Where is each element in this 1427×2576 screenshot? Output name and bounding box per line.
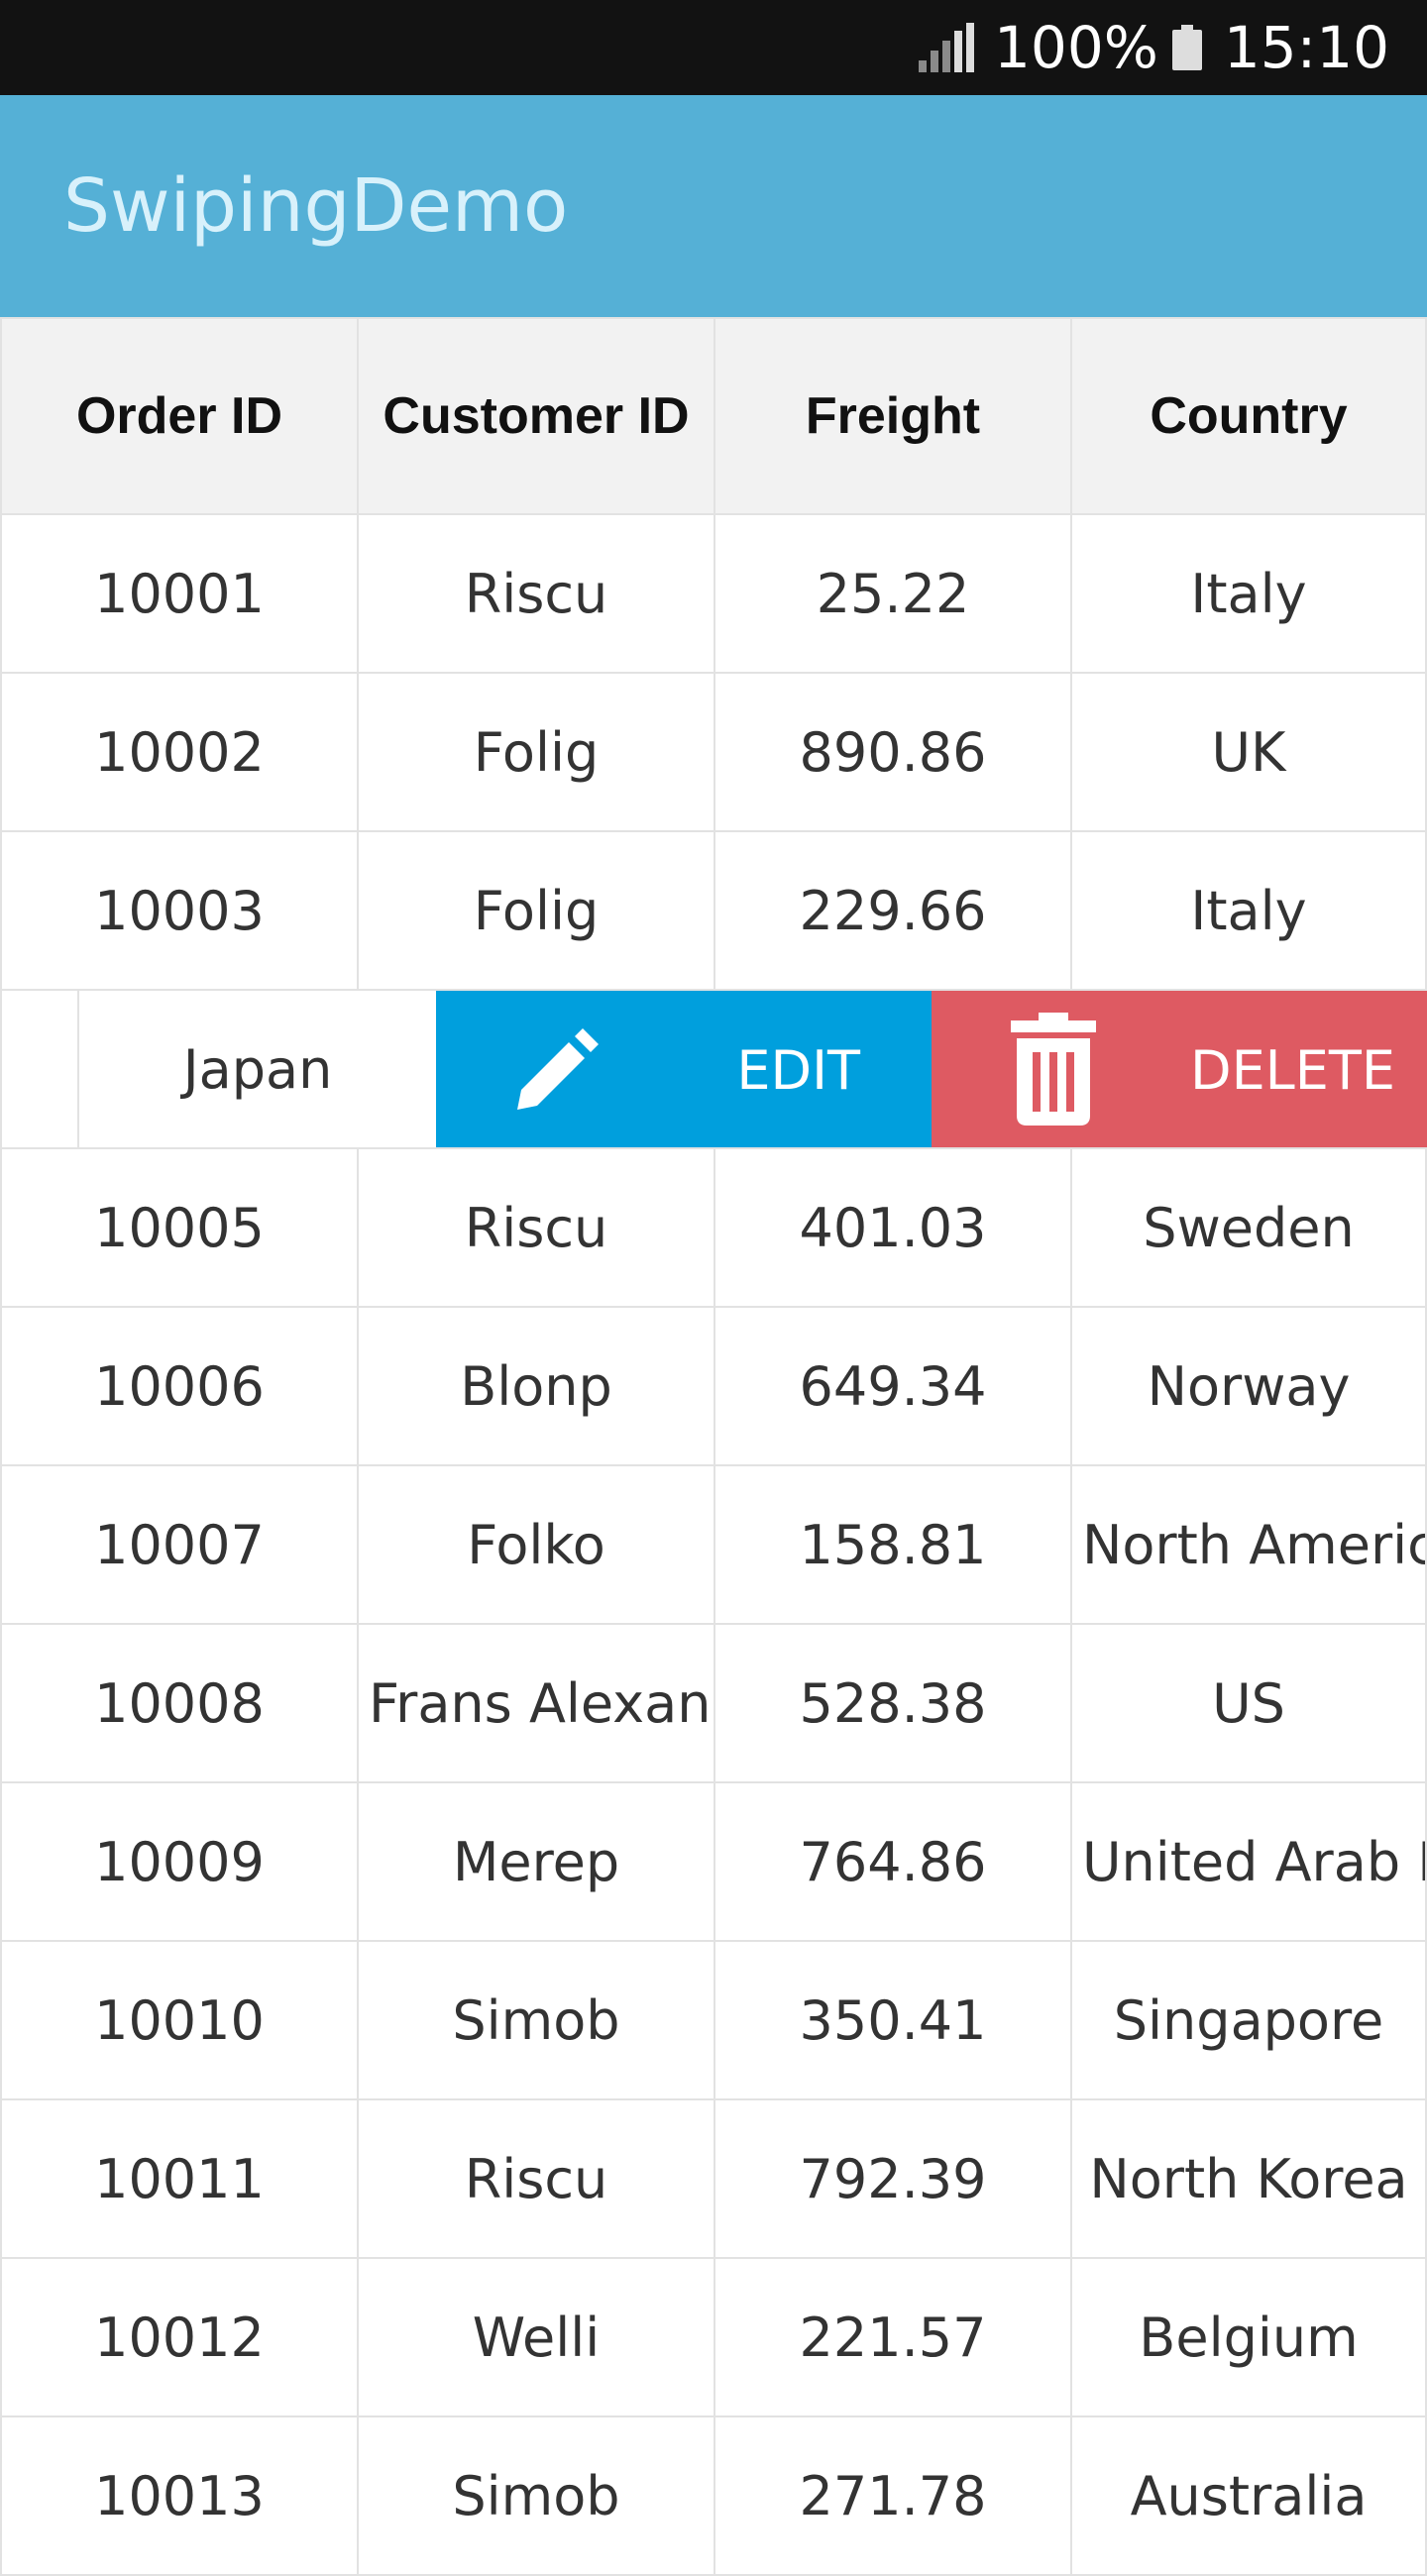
cell-country: North America: [1070, 1466, 1427, 1623]
table-row[interactable]: 10001 Riscu 25.22 Italy: [0, 515, 1427, 674]
cell-order-id: 10012: [0, 2259, 357, 2415]
swiped-cell-stub: [0, 991, 79, 1147]
cell-customer-id: Riscu: [357, 1149, 714, 1306]
cell-freight: 792.39: [714, 2100, 1070, 2257]
table-row[interactable]: 10008Frans Alexander528.38US: [0, 1625, 1427, 1783]
cell-customer-id: Riscu: [357, 515, 714, 672]
edit-label: EDIT: [736, 1038, 860, 1102]
cell-country: Singapore: [1070, 1942, 1427, 2098]
cell-freight: 890.86: [714, 674, 1070, 830]
cell-freight: 25.22: [714, 515, 1070, 672]
cell-freight: 158.81: [714, 1466, 1070, 1623]
cell-country: Italy: [1070, 515, 1427, 672]
delete-label: DELETE: [1189, 1038, 1395, 1102]
cell-freight: 764.86: [714, 1783, 1070, 1940]
cell-customer-id: Riscu: [357, 2100, 714, 2257]
table-row[interactable]: 10012 Welli 221.57 Belgium: [0, 2259, 1427, 2417]
cell-country: Belgium: [1070, 2259, 1427, 2415]
cell-order-id: 10003: [0, 832, 357, 989]
cell-customer-id: Merep: [357, 1783, 714, 1940]
cell-customer-id: Welli: [357, 2259, 714, 2415]
table-row[interactable]: 10005 Riscu 401.03 Sweden: [0, 1149, 1427, 1308]
cell-freight: 229.66: [714, 832, 1070, 989]
table-row[interactable]: 10007Folko158.81North America: [0, 1466, 1427, 1625]
cell-country: Norway: [1070, 1308, 1427, 1464]
clock: 15:10: [1223, 14, 1389, 81]
cell-freight: 271.78: [714, 2417, 1070, 2574]
header-customer-id[interactable]: Customer ID: [357, 319, 714, 513]
swiped-row[interactable]: Japan EDIT DELETE: [0, 991, 1427, 1149]
cell-customer-id: Simob: [357, 1942, 714, 2098]
cell-country: United Arab Emirates: [1070, 1783, 1427, 1940]
header-order-id[interactable]: Order ID: [0, 319, 357, 513]
table-row[interactable]: 10010 Simob 350.41 Singapore: [0, 1942, 1427, 2100]
cell-order-id: 10010: [0, 1942, 357, 2098]
header-country[interactable]: Country: [1070, 319, 1427, 513]
table-row[interactable]: 10006 Blonp 649.34 Norway: [0, 1308, 1427, 1466]
signal-icon: [919, 23, 975, 72]
cell-customer-id: Folig: [357, 674, 714, 830]
cell-country: US: [1070, 1625, 1427, 1781]
cell-freight: 401.03: [714, 1149, 1070, 1306]
cell-order-id: 10002: [0, 674, 357, 830]
cell-country: UK: [1070, 674, 1427, 830]
cell-freight: 350.41: [714, 1942, 1070, 2098]
table-row[interactable]: 10013 Simob 271.78 Australia: [0, 2417, 1427, 2576]
cell-country: Australia: [1070, 2417, 1427, 2574]
delete-button[interactable]: DELETE: [932, 991, 1427, 1147]
grid-header: Order ID Customer ID Freight Country: [0, 317, 1427, 515]
cell-country: North Korea: [1070, 2100, 1427, 2257]
pencil-icon: [517, 1028, 599, 1110]
cell-customer-id: Folig: [357, 832, 714, 989]
cell-freight: 649.34: [714, 1308, 1070, 1464]
cell-order-id: 10008: [0, 1625, 357, 1781]
table-row[interactable]: 10003 Folig 229.66 Italy: [0, 832, 1427, 991]
cell-freight: 221.57: [714, 2259, 1070, 2415]
table-row[interactable]: 10002 Folig 890.86 UK: [0, 674, 1427, 832]
status-bar: 100% 15:10: [0, 0, 1427, 95]
cell-order-id: 10009: [0, 1783, 357, 1940]
data-grid: Order ID Customer ID Freight Country 100…: [0, 317, 1427, 2576]
cell-order-id: 10006: [0, 1308, 357, 1464]
edit-button[interactable]: EDIT: [436, 991, 932, 1147]
trash-icon: [1011, 1013, 1096, 1126]
cell-order-id: 10013: [0, 2417, 357, 2574]
cell-order-id: 10005: [0, 1149, 357, 1306]
cell-country: Sweden: [1070, 1149, 1427, 1306]
cell-country: Italy: [1070, 832, 1427, 989]
cell-customer-id: Blonp: [357, 1308, 714, 1464]
battery-icon: [1171, 25, 1202, 70]
cell-order-id: 10007: [0, 1466, 357, 1623]
table-row[interactable]: 10011 Riscu 792.39 North Korea: [0, 2100, 1427, 2259]
app-title: SwipingDemo: [63, 163, 569, 249]
table-row[interactable]: 10009Merep764.86United Arab Emirates: [0, 1783, 1427, 1942]
header-freight[interactable]: Freight: [714, 319, 1070, 513]
app-bar: SwipingDemo: [0, 95, 1427, 317]
cell-customer-id: Simob: [357, 2417, 714, 2574]
cell-country: Japan: [182, 1037, 333, 1101]
cell-freight: 528.38: [714, 1625, 1070, 1781]
battery-percentage: 100%: [994, 14, 1158, 81]
cell-customer-id: Frans Alexander: [357, 1625, 714, 1781]
cell-order-id: 10011: [0, 2100, 357, 2257]
cell-order-id: 10001: [0, 515, 357, 672]
cell-customer-id: Folko: [357, 1466, 714, 1623]
